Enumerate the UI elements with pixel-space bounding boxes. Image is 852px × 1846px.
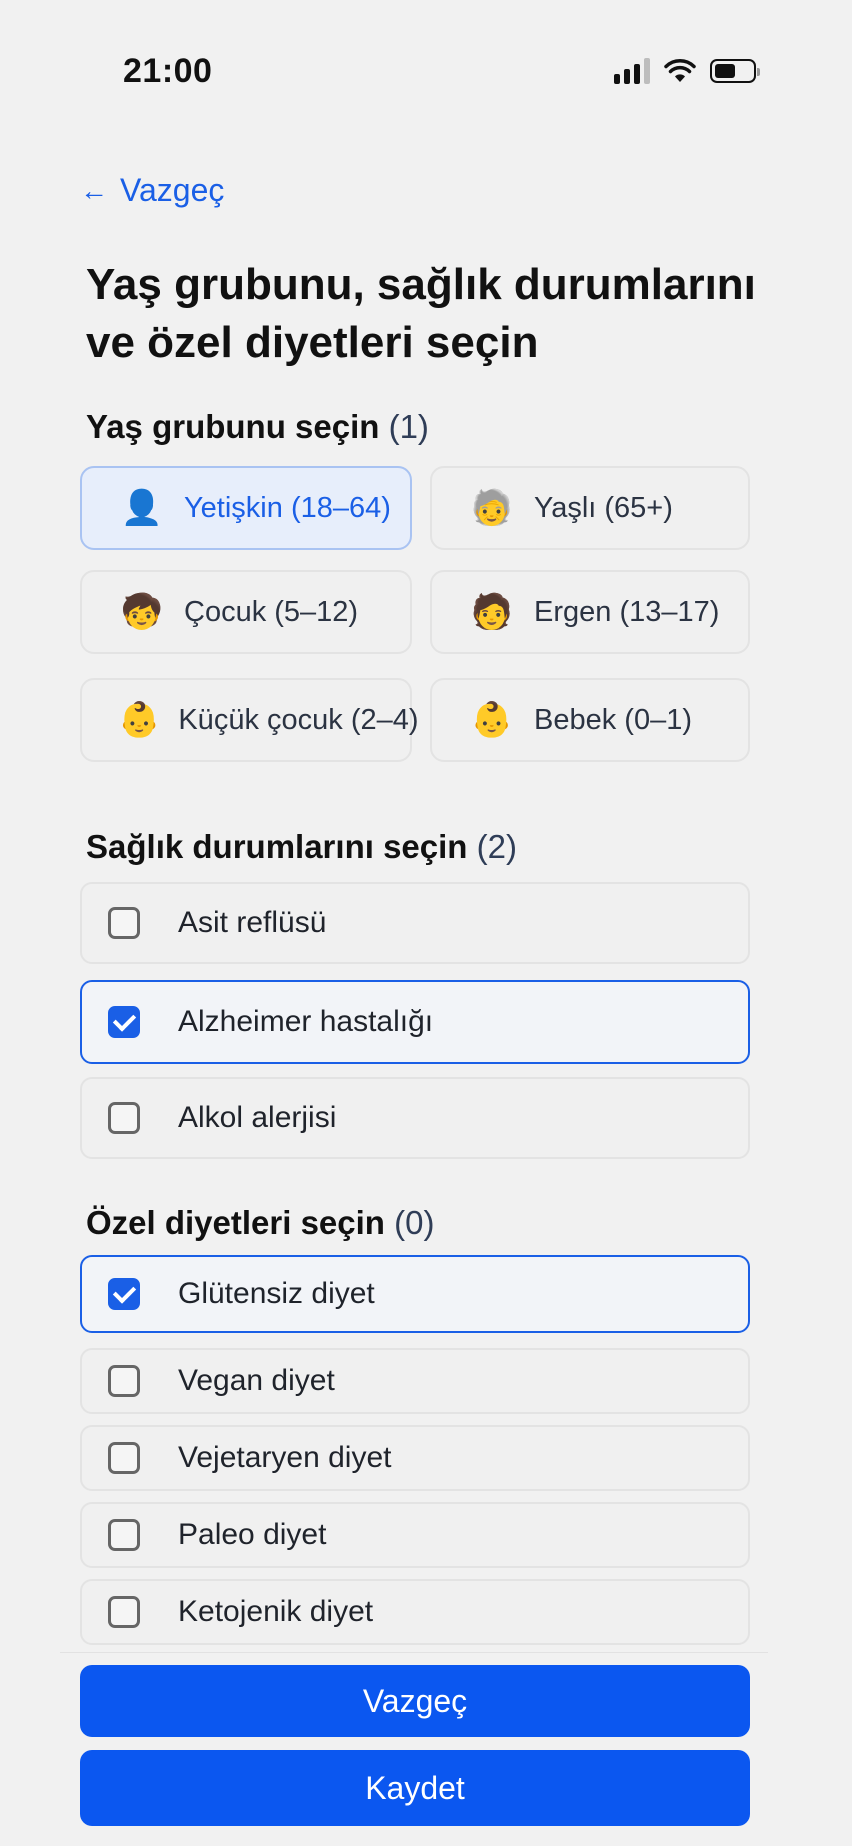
health-section-title-text: Sağlık durumlarını seçin — [86, 828, 468, 865]
diet-section-title: Özel diyetleri seçin (0) — [86, 1204, 434, 1242]
page-title: Yaş grubunu, sağlık durumlarını ve özel … — [86, 260, 756, 367]
health-option-alcohol-allergy[interactable]: Alkol alerjisi — [80, 1077, 750, 1159]
diet-option-gluten-free[interactable]: Glütensiz diyet — [80, 1255, 750, 1333]
age-option-label: Yetişkin (18–64) — [184, 491, 391, 524]
cancel-button[interactable]: Vazgeç — [80, 1665, 750, 1737]
health-option-label: Asit reflüsü — [178, 906, 327, 939]
age-option-baby[interactable]: 👶 Bebek (0–1) — [430, 678, 750, 762]
checkbox[interactable] — [108, 1596, 140, 1628]
status-bar: 21:00 — [0, 0, 852, 150]
checkbox-checked[interactable] — [108, 1006, 140, 1038]
save-button[interactable]: Kaydet — [80, 1750, 750, 1826]
diet-option-label: Paleo diyet — [178, 1518, 327, 1551]
age-option-child[interactable]: 🧒 Çocuk (5–12) — [80, 570, 412, 654]
footer-divider — [60, 1652, 768, 1653]
age-option-label: Küçük çocuk (2–4) — [178, 703, 419, 736]
diet-section-count: (0) — [394, 1204, 435, 1241]
back-label: Vazgeç — [120, 172, 225, 208]
diet-option-paleo[interactable]: Paleo diyet — [80, 1502, 750, 1568]
age-section-title-text: Yaş grubunu seçin — [86, 408, 380, 445]
health-option-label: Alzheimer hastalığı — [178, 1005, 434, 1038]
checkbox[interactable] — [108, 1365, 140, 1397]
diet-option-label: Vejetaryen diyet — [178, 1441, 392, 1474]
age-section-count: (1) — [388, 408, 429, 445]
age-option-label: Çocuk (5–12) — [184, 595, 359, 628]
age-option-label: Ergen (13–17) — [534, 595, 720, 628]
diet-option-label: Glütensiz diyet — [178, 1277, 375, 1310]
wifi-icon — [664, 59, 696, 82]
health-option-label: Alkol alerjisi — [178, 1101, 337, 1134]
baby-icon: 👶 — [470, 701, 514, 739]
checkbox[interactable] — [108, 1102, 140, 1134]
diet-option-vegan[interactable]: Vegan diyet — [80, 1348, 750, 1414]
checkbox[interactable] — [108, 1442, 140, 1474]
diet-section-title-text: Özel diyetleri seçin — [86, 1204, 385, 1241]
battery-icon — [710, 59, 760, 83]
age-option-adult[interactable]: 👤 Yetişkin (18–64) — [80, 466, 412, 550]
screen: 21:00 ← Vazgeç Yaş grubunu, sağlık durum… — [0, 0, 852, 1846]
child-icon: 🧒 — [120, 593, 164, 631]
status-time: 21:00 — [123, 52, 213, 90]
adult-silhouette-icon: 👤 — [120, 489, 164, 527]
diet-option-ketogenic[interactable]: Ketojenik diyet — [80, 1579, 750, 1645]
age-option-toddler[interactable]: 👶 Küçük çocuk (2–4) — [80, 678, 419, 762]
age-section-title: Yaş grubunu seçin (1) — [86, 408, 429, 446]
toddler-icon: 👶 — [118, 701, 161, 739]
back-button[interactable]: ← Vazgeç — [80, 172, 224, 209]
health-option-acid-reflux[interactable]: Asit reflüsü — [80, 882, 750, 964]
age-option-label: Bebek (0–1) — [534, 703, 692, 736]
signal-icon — [614, 58, 650, 84]
diet-option-vegetarian[interactable]: Vejetaryen diyet — [80, 1425, 750, 1491]
health-section-title: Sağlık durumlarını seçin (2) — [86, 828, 517, 866]
diet-option-label: Ketojenik diyet — [178, 1595, 374, 1628]
arrow-left-icon: ← — [80, 174, 108, 206]
health-option-alzheimers[interactable]: Alzheimer hastalığı — [80, 980, 750, 1064]
diet-option-label: Vegan diyet — [178, 1364, 335, 1397]
age-option-label: Yaşlı (65+) — [534, 491, 673, 524]
checkbox-checked[interactable] — [108, 1278, 140, 1310]
teen-icon: 🧑 — [470, 593, 514, 631]
checkbox[interactable] — [108, 1519, 140, 1551]
checkbox[interactable] — [108, 907, 140, 939]
age-option-senior[interactable]: 🧓 Yaşlı (65+) — [430, 466, 750, 550]
older-person-icon: 🧓 — [470, 489, 514, 527]
health-section-count: (2) — [476, 828, 517, 865]
status-icons — [614, 58, 760, 84]
age-option-teen[interactable]: 🧑 Ergen (13–17) — [430, 570, 750, 654]
